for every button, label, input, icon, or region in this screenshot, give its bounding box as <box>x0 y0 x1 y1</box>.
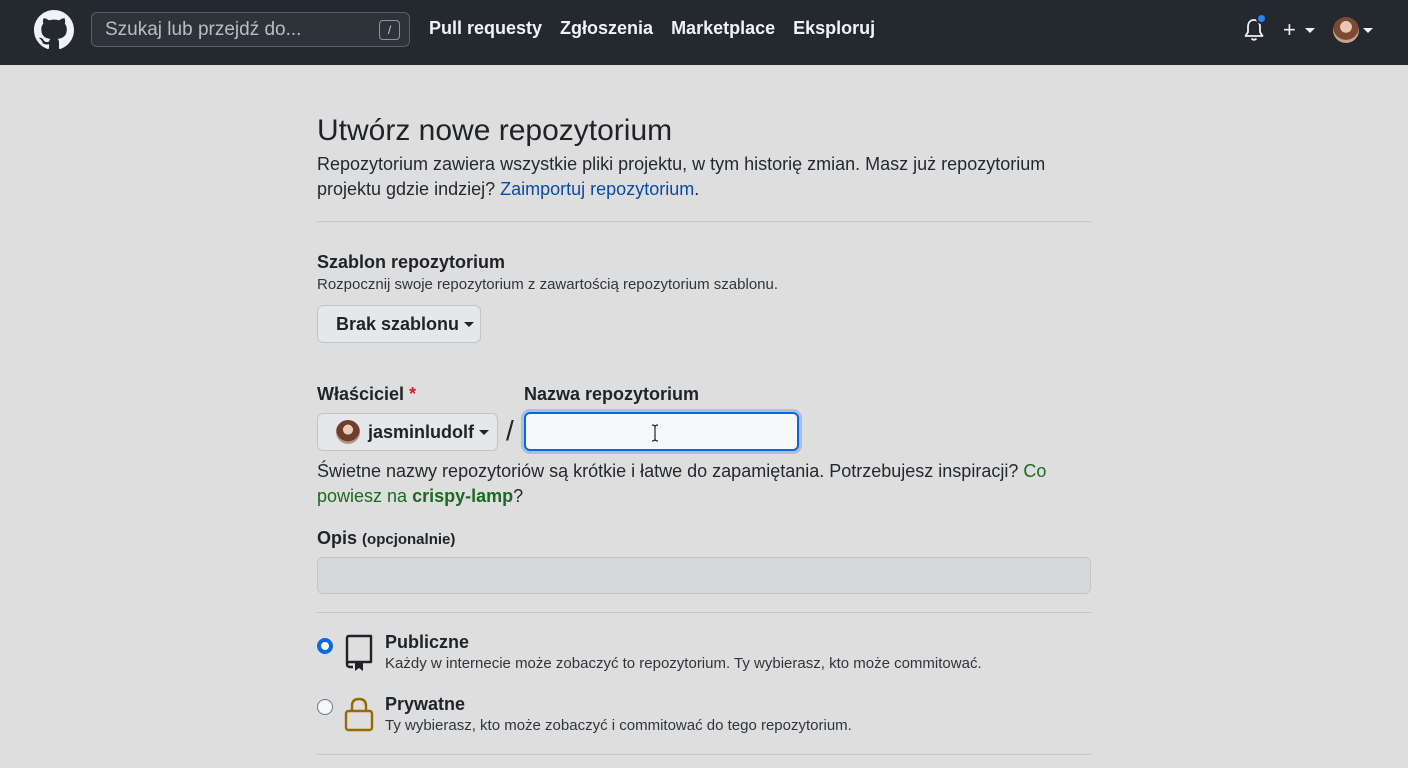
owner-label-text: Właściciel <box>317 384 405 404</box>
divider <box>317 612 1091 613</box>
page-title: Utwórz nowe repozytorium <box>317 114 673 147</box>
public-radio[interactable] <box>317 638 333 654</box>
owner-select-button[interactable]: jasminludolf <box>317 413 498 451</box>
template-label: Szablon repozytorium <box>317 252 506 272</box>
repo-name-label: Nazwa repozytorium <box>524 384 700 404</box>
description-input[interactable] <box>317 557 1091 594</box>
chevron-down-icon <box>479 429 490 435</box>
nav-link-explore[interactable]: Eksploruj <box>793 18 875 39</box>
user-menu-chevron-down-icon[interactable] <box>1363 28 1373 33</box>
github-logo-icon[interactable] <box>34 10 74 50</box>
text-cursor-icon <box>651 424 659 442</box>
search-shortcut-key: / <box>379 20 400 40</box>
page-intro: Repozytorium zawiera wszystkie pliki pro… <box>317 152 1107 202</box>
template-select-label: Brak szablonu <box>336 313 460 334</box>
divider <box>317 221 1091 222</box>
public-title: Publiczne <box>385 632 470 652</box>
search-box[interactable]: / <box>91 12 410 47</box>
user-avatar-menu[interactable] <box>1333 17 1359 43</box>
template-description: Rozpocznij swoje repozytorium z zawartoś… <box>317 276 779 293</box>
hint-suffix: ? <box>513 486 524 506</box>
hint-text: Świetne nazwy repozytoriów są krótkie i … <box>317 461 1019 481</box>
owner-select-label: jasminludolf <box>368 421 475 442</box>
private-title: Prywatne <box>385 694 466 714</box>
repo-name-suggestion-link[interactable]: crispy-lamp <box>412 486 513 506</box>
owner-repo-separator: / <box>506 415 514 446</box>
import-repository-link[interactable]: Zaimportuj repozytorium <box>500 179 694 199</box>
nav-link-issues[interactable]: Zgłoszenia <box>560 18 653 39</box>
description-label: Opis (opcjonalnie) <box>317 528 455 549</box>
main-nav: Pull requesty Zgłoszenia Marketplace Eks… <box>429 18 875 39</box>
chevron-down-icon <box>464 321 475 327</box>
notification-indicator-dot <box>1256 13 1267 24</box>
private-radio[interactable] <box>317 699 333 715</box>
nav-link-pull-requests[interactable]: Pull requesty <box>429 18 542 39</box>
repo-name-hint: Świetne nazwy repozytoriów są krótkie i … <box>317 459 1077 509</box>
required-marker: * <box>409 384 417 404</box>
repository-name-input[interactable] <box>524 412 799 451</box>
repo-icon <box>345 634 373 671</box>
intro-end: . <box>694 179 700 199</box>
description-optional: (opcjonalnie) <box>362 531 456 548</box>
private-description: Ty wybierasz, kto może zobaczyć i commit… <box>385 717 852 734</box>
description-label-text: Opis <box>317 528 358 548</box>
lock-icon <box>344 697 374 732</box>
create-new-chevron-down-icon[interactable] <box>1305 28 1315 33</box>
divider <box>317 754 1091 755</box>
public-description: Każdy w internecie może zobaczyć to repo… <box>385 655 982 672</box>
search-input[interactable] <box>105 18 365 41</box>
template-select-button[interactable]: Brak szablonu <box>317 305 481 343</box>
owner-label: Właściciel * <box>317 384 416 405</box>
top-navigation-bar: / Pull requesty Zgłoszenia Marketplace E… <box>0 0 1408 65</box>
nav-link-marketplace[interactable]: Marketplace <box>671 18 775 39</box>
owner-avatar <box>336 420 360 444</box>
create-new-plus-icon[interactable]: + <box>1283 19 1296 41</box>
